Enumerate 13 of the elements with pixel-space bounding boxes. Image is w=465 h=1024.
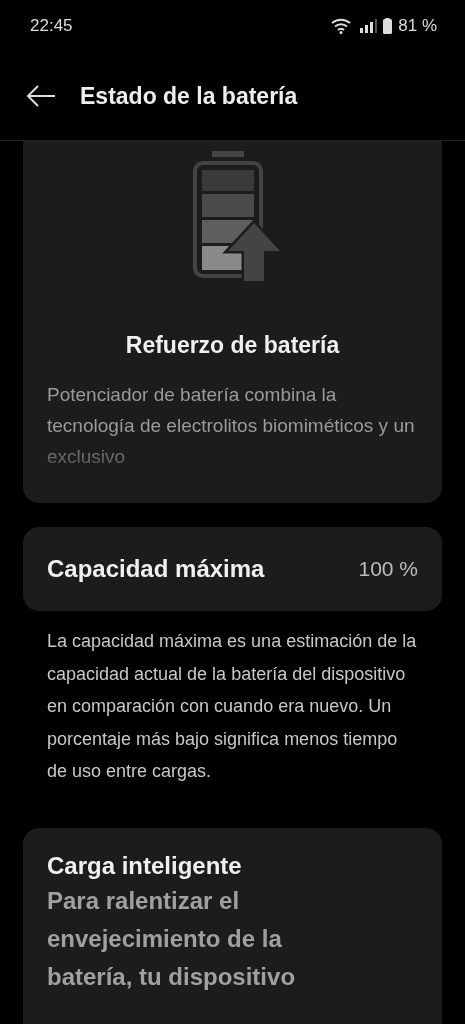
clock: 22:45 [30,16,73,36]
signal-icon [359,19,378,33]
capacity-description: La capacidad máxima es una estimación de la capacidad actual de la batería del dispositivo en comparación con cuando era nuevo. Un porcentaje más bajo significa menos tiempo de uso entre cargas. [47,630,418,784]
back-arrow-icon[interactable] [26,85,56,107]
capacity-value: 100 % [358,557,418,581]
capacity-label: Capacidad máxima [47,555,265,583]
card-title: Carga inteligente [47,851,243,880]
battery-percent: 81 % [398,16,437,36]
battery-icon [383,18,393,34]
page-title: Estado de la batería [80,82,298,110]
card-description: Potenciador de batería combina la tecnología de electrolitos biomiméticos y un exclusivo [47,383,416,469]
card-description: Para ralentizar el envejecimiento de la batería, tu dispositivo [47,885,297,992]
card-title: Refuerzo de batería [124,332,341,359]
